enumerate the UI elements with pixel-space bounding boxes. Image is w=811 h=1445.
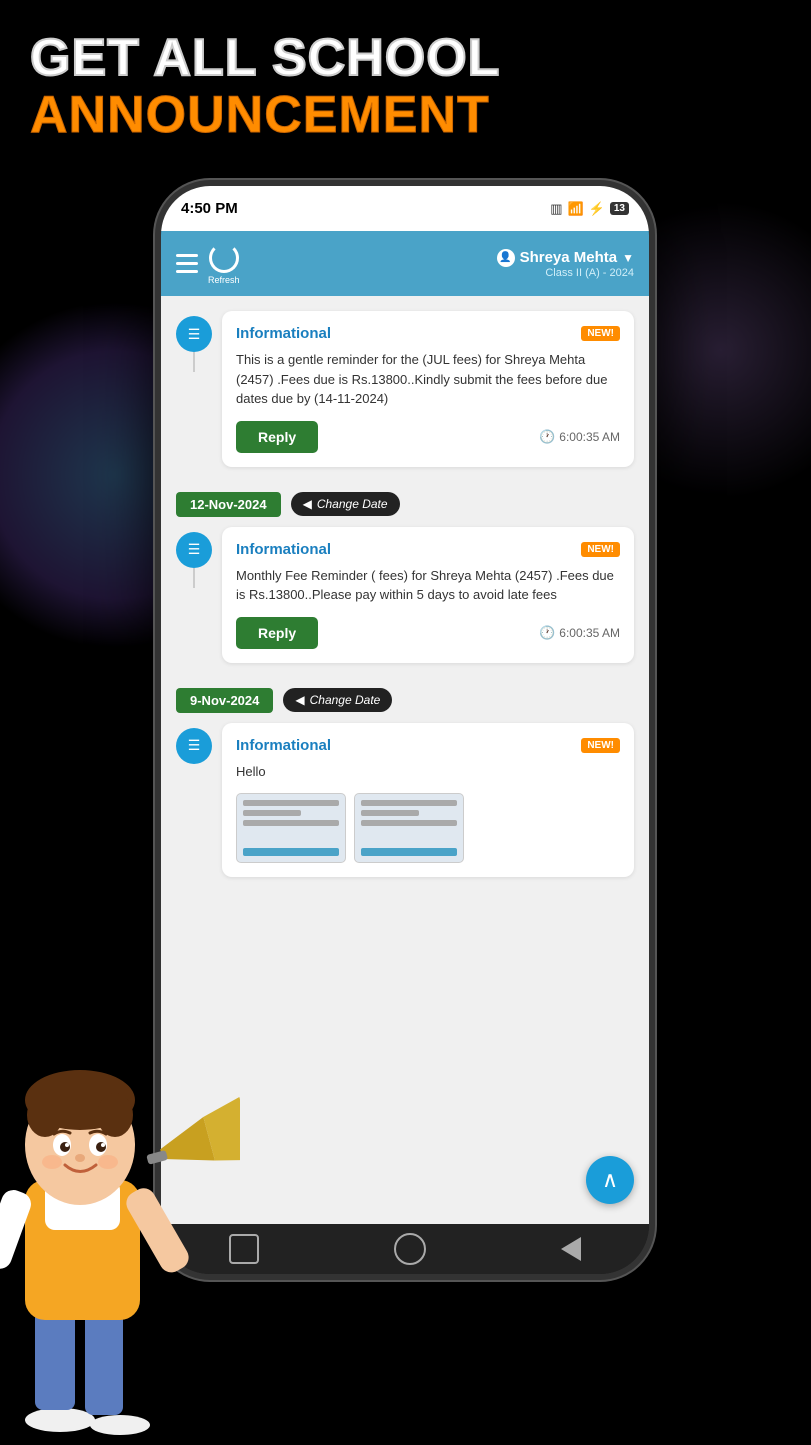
- signal-icon: ▥: [550, 201, 562, 217]
- status-bar: 4:50 PM ▥ 📶 ⚡ 13: [161, 186, 649, 231]
- message-dot-icon-1: ☰: [188, 326, 201, 343]
- refresh-button[interactable]: Refresh: [208, 243, 240, 285]
- card-type-1: Informational: [236, 325, 331, 342]
- card-footer-2: Reply 🕐 6:00:35 AM: [236, 617, 620, 649]
- timeline-dot-1: ☰: [176, 316, 212, 352]
- refresh-label: Refresh: [208, 275, 240, 285]
- message-dot-icon-3: ☰: [188, 737, 201, 754]
- status-time: 4:50 PM: [181, 200, 238, 217]
- card-header-2: Informational NEW!: [236, 541, 620, 558]
- header-right-group: 👤 Shreya Mehta ▼ Class II (A) - 2024: [497, 249, 634, 279]
- date-badge-3: 9-Nov-2024: [176, 688, 273, 713]
- card-footer-1: Reply 🕐 6:00:35 AM: [236, 421, 620, 453]
- message-row-3: ☰ Informational NEW! Hello: [176, 723, 634, 893]
- timeline-dot-2: ☰: [176, 532, 212, 568]
- header-line2: ANNOUNCEMENT: [30, 87, 781, 144]
- nav-home-button[interactable]: [394, 1233, 426, 1265]
- thumbnail-1: [236, 793, 346, 863]
- nav-back-button[interactable]: [561, 1237, 581, 1261]
- new-badge-2: NEW!: [581, 542, 620, 557]
- timestamp-2: 🕐 6:00:35 AM: [539, 625, 620, 641]
- timeline-col-1: ☰: [176, 311, 212, 372]
- status-icons: ▥ 📶 ⚡ 13: [550, 201, 629, 217]
- change-date-button-2[interactable]: Change Date: [291, 492, 400, 516]
- timeline-line-2: [193, 568, 195, 588]
- user-name-row[interactable]: 👤 Shreya Mehta ▼: [497, 249, 634, 267]
- class-info-label: Class II (A) - 2024: [545, 267, 634, 279]
- time-value-2: 6:00:35 AM: [559, 626, 620, 640]
- card-header-1: Informational NEW!: [236, 325, 620, 342]
- thumbnail-2: [354, 793, 464, 863]
- message-content-2: Informational NEW! Monthly Fee Reminder …: [222, 527, 634, 678]
- thumbnail-row: [236, 793, 620, 863]
- date-badge-2: 12-Nov-2024: [176, 492, 281, 517]
- wifi-bars-icon: ⚡: [589, 201, 605, 217]
- first-message-container: ☰ Informational NEW! This is a gentle re…: [176, 311, 634, 482]
- message-card-1: Informational NEW! This is a gentle remi…: [222, 311, 634, 467]
- card-body-2: Monthly Fee Reminder ( fees) for Shreya …: [236, 566, 620, 605]
- character-figure: [0, 960, 240, 1440]
- message-dot-icon-2: ☰: [188, 541, 201, 558]
- date-separator-3: 9-Nov-2024 Change Date: [176, 688, 634, 713]
- card-type-2: Informational: [236, 541, 331, 558]
- scroll-up-icon: ∧: [602, 1169, 618, 1191]
- card-body-1: This is a gentle reminder for the (JUL f…: [236, 350, 620, 409]
- message-content-1: Informational NEW! This is a gentle remi…: [222, 311, 634, 482]
- header-line1: GET ALL SCHOOL: [30, 30, 781, 87]
- change-date-button-3[interactable]: Change Date: [283, 688, 392, 712]
- wifi-icon: 📶: [568, 201, 584, 217]
- new-badge-1: NEW!: [581, 326, 620, 341]
- timestamp-1: 🕐 6:00:35 AM: [539, 429, 620, 445]
- timeline-dot-3: ☰: [176, 728, 212, 764]
- dropdown-arrow-icon: ▼: [622, 251, 634, 265]
- header-left-group: Refresh: [176, 243, 240, 285]
- message-card-2: Informational NEW! Monthly Fee Reminder …: [222, 527, 634, 663]
- time-value-1: 6:00:35 AM: [559, 430, 620, 444]
- app-header: Refresh 👤 Shreya Mehta ▼ Class II (A) - …: [161, 231, 649, 296]
- card-type-3: Informational: [236, 737, 331, 754]
- timeline-col-2: ☰: [176, 527, 212, 588]
- battery-icon: 13: [610, 202, 629, 215]
- refresh-icon: [209, 243, 239, 273]
- reply-button-2[interactable]: Reply: [236, 617, 318, 649]
- message-row-1: ☰ Informational NEW! This is a gentle re…: [176, 311, 634, 482]
- new-badge-3: NEW!: [581, 738, 620, 753]
- user-name-label: Shreya Mehta: [520, 249, 618, 266]
- message-content-3: Informational NEW! Hello: [222, 723, 634, 893]
- date-separator-2: 12-Nov-2024 Change Date: [176, 492, 634, 517]
- reply-button-1[interactable]: Reply: [236, 421, 318, 453]
- message-row-2: ☰ Informational NEW! Monthly Fee Reminde…: [176, 527, 634, 678]
- clock-icon-1: 🕐: [539, 429, 555, 445]
- card-body-3: Hello: [236, 762, 620, 782]
- message-card-3: Informational NEW! Hello: [222, 723, 634, 878]
- hamburger-menu-button[interactable]: [176, 254, 198, 273]
- card-header-3: Informational NEW!: [236, 737, 620, 754]
- page-header: GET ALL SCHOOL ANNOUNCEMENT: [30, 30, 781, 144]
- scroll-up-button[interactable]: ∧: [586, 1156, 634, 1204]
- timeline-col-3: ☰: [176, 723, 212, 764]
- user-avatar-icon: 👤: [497, 249, 515, 267]
- clock-icon-2: 🕐: [539, 625, 555, 641]
- timeline-line-1: [193, 352, 195, 372]
